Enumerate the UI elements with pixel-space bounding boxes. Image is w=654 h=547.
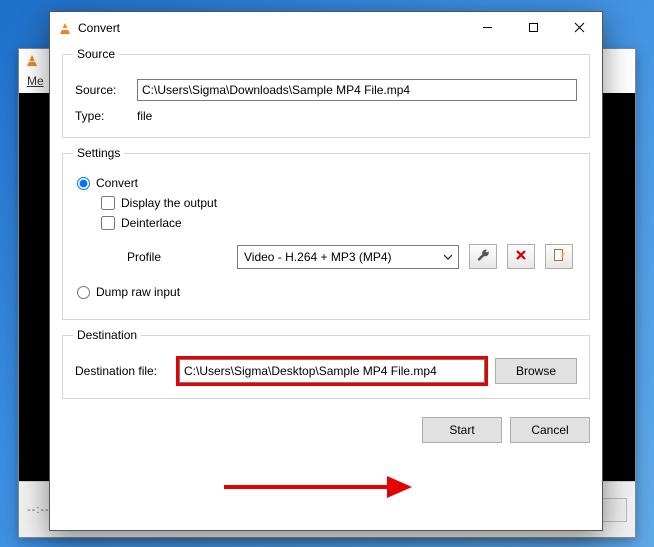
vlc-cone-icon <box>25 53 39 67</box>
settings-group: Settings Convert Display the output Dein… <box>62 146 590 320</box>
type-value: file <box>137 109 152 123</box>
source-label: Source: <box>75 83 137 97</box>
convert-radio[interactable] <box>77 177 90 190</box>
new-doc-icon <box>552 248 566 265</box>
destination-group: Destination Destination file: Browse <box>62 328 590 399</box>
vlc-cone-icon <box>58 21 72 35</box>
source-group: Source Source: Type: file <box>62 47 590 138</box>
bg-toolbar-button[interactable] <box>599 498 627 522</box>
edit-profile-button[interactable] <box>469 244 497 269</box>
maximize-button[interactable] <box>510 13 556 43</box>
playback-time: --:-- <box>27 504 50 516</box>
close-button[interactable] <box>556 13 602 43</box>
dump-radio[interactable] <box>77 286 90 299</box>
destination-file-label: Destination file: <box>75 364 169 378</box>
profile-label: Profile <box>127 250 227 264</box>
settings-legend: Settings <box>73 146 124 160</box>
cancel-button[interactable]: Cancel <box>510 417 590 443</box>
display-output-row[interactable]: Display the output <box>101 196 577 210</box>
x-icon <box>514 248 528 265</box>
dialog-title: Convert <box>78 21 120 35</box>
deinterlace-row[interactable]: Deinterlace <box>101 216 577 230</box>
new-profile-button[interactable] <box>545 244 573 269</box>
deinterlace-label: Deinterlace <box>121 216 182 230</box>
chevron-down-icon <box>444 250 452 264</box>
profile-value: Video - H.264 + MP3 (MP4) <box>244 250 392 264</box>
source-input[interactable] <box>137 79 577 101</box>
destination-legend: Destination <box>73 328 141 342</box>
deinterlace-checkbox[interactable] <box>101 216 115 230</box>
dump-radio-label: Dump raw input <box>96 285 180 299</box>
dialog-titlebar[interactable]: Convert <box>50 12 602 43</box>
browse-button[interactable]: Browse <box>495 358 577 384</box>
wrench-icon <box>476 248 490 265</box>
dump-radio-row[interactable]: Dump raw input <box>77 285 577 299</box>
display-output-checkbox[interactable] <box>101 196 115 210</box>
convert-radio-label: Convert <box>96 176 138 190</box>
convert-dialog: Convert Source Source: Type: file <box>49 11 603 531</box>
profile-combobox[interactable]: Video - H.264 + MP3 (MP4) <box>237 245 459 269</box>
display-output-label: Display the output <box>121 196 217 210</box>
delete-profile-button[interactable] <box>507 244 535 269</box>
source-legend: Source <box>73 47 119 61</box>
start-button[interactable]: Start <box>422 417 502 443</box>
type-label: Type: <box>75 109 137 123</box>
destination-file-input[interactable] <box>179 359 485 383</box>
convert-radio-row[interactable]: Convert <box>77 176 577 190</box>
minimize-button[interactable] <box>464 13 510 43</box>
